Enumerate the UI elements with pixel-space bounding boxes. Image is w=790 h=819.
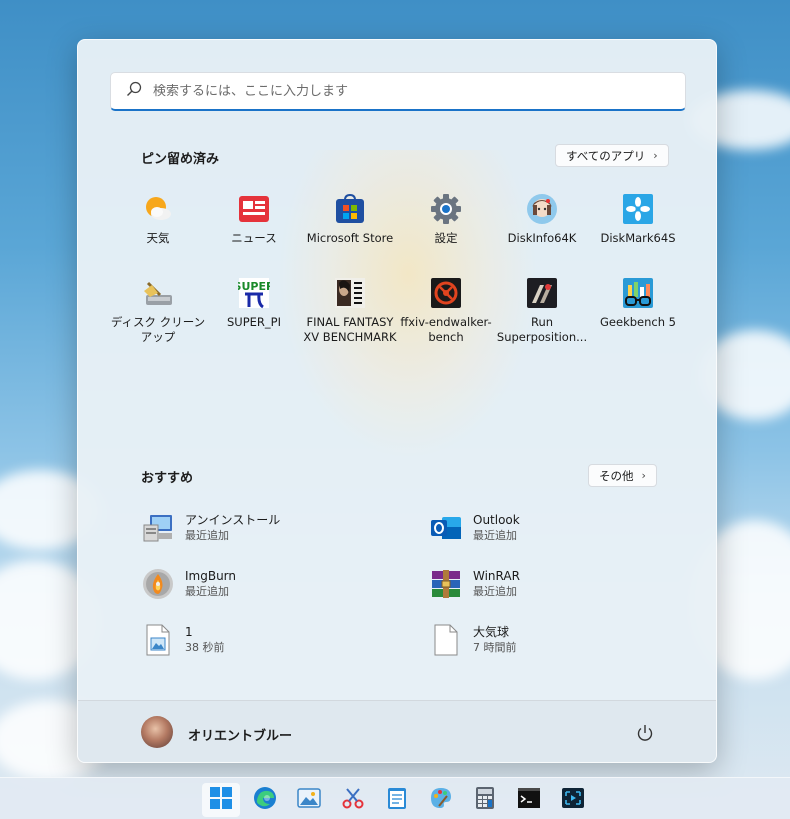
power-icon[interactable] [635,723,655,743]
imgburn-icon [141,567,175,601]
geekbench-icon [621,276,655,310]
pinned-app-weather[interactable]: 天気 [110,192,206,246]
recommended-item-document[interactable]: 大気球 7 時間前 [429,620,689,660]
pinned-app-microsoft-store[interactable]: Microsoft Store [302,192,398,246]
taskbar-calculator[interactable] [466,783,504,817]
pinned-app-ffxv-benchmark[interactable]: FINAL FANTASY XV BENCHMARK [302,276,398,345]
snipping-tool-icon [341,786,365,814]
item-name: Outlook [473,513,520,527]
gear-icon [429,192,463,226]
document-icon [429,623,463,657]
news-icon [237,192,271,226]
start-footer: オリエントブルー [78,700,716,762]
paint-icon [429,786,453,814]
app-label: 設定 [434,231,458,245]
item-name: アンインストール [185,513,281,527]
diskinfo-icon [525,192,559,226]
disk-cleanup-icon [141,276,175,310]
taskbar-snipping-tool[interactable] [334,783,372,817]
item-subtitle: 最近追加 [473,585,517,598]
pinned-app-superpi[interactable]: SUPER SUPER_PI [206,276,302,330]
search-input[interactable] [153,83,653,99]
start-button[interactable] [202,783,240,817]
store-icon [333,192,367,226]
pinned-app-ffxiv-bench[interactable]: ffxiv-endwalker-bench [398,276,494,345]
avatar[interactable] [141,716,173,748]
pinned-app-diskinfo[interactable]: DiskInfo64K [494,192,590,246]
app-label: ニュース [231,231,277,245]
recommended-item-outlook[interactable]: Outlook 最近追加 [429,508,689,548]
item-name: 1 [185,625,193,639]
taskbar-photos[interactable] [290,783,328,817]
taskbar [0,777,790,819]
outlook-icon [429,511,463,545]
item-name: WinRAR [473,569,520,583]
chevron-right-icon: › [641,469,646,482]
item-name: 大気球 [473,625,510,639]
taskbar-notepad[interactable] [378,783,416,817]
pinned-app-disk-cleanup[interactable]: ディスク クリーンアップ [110,276,206,345]
recommended-item-imgburn[interactable]: ImgBurn 最近追加 [141,564,401,604]
recommended-item-uninstall[interactable]: アンインストール 最近追加 [141,508,401,548]
item-subtitle: 最近追加 [185,585,229,598]
search-icon [125,80,143,102]
recommended-title: おすすめ [141,471,194,486]
item-subtitle: 7 時間前 [473,641,517,654]
quick-assist-icon [561,786,585,814]
start-icon [209,786,233,814]
image-file-icon [141,623,175,657]
pinned-app-superposition[interactable]: Run Superposition... [494,276,590,345]
notepad-icon [386,786,408,814]
more-button[interactable]: その他 › [588,464,657,487]
pinned-app-news[interactable]: ニュース [206,192,302,246]
item-subtitle: 38 秒前 [185,641,225,654]
edge-icon [253,786,277,814]
all-apps-label: すべてのアプリ [566,148,646,163]
chevron-right-icon: › [653,149,658,162]
uninstall-icon [141,511,175,545]
app-label: SUPER_PI [227,315,281,329]
pinned-app-settings[interactable]: 設定 [398,192,494,246]
search-box[interactable] [110,72,686,111]
app-label: ffxiv-endwalker-bench [400,315,492,344]
app-label: 天気 [146,231,170,245]
pinned-title: ピン留め済み [141,152,220,167]
all-apps-button[interactable]: すべてのアプリ › [555,144,669,167]
pinned-app-geekbench[interactable]: Geekbench 5 [590,276,686,330]
user-name[interactable]: オリエントブルー [188,725,292,744]
winrar-icon [429,567,463,601]
item-subtitle: 最近追加 [185,529,229,542]
calculator-icon [475,786,495,814]
pinned-app-diskmark[interactable]: DiskMark64S [590,192,686,246]
taskbar-quick-assist[interactable] [554,783,592,817]
app-label: Run Superposition... [496,315,588,344]
item-subtitle: 最近追加 [473,529,517,542]
terminal-icon [517,787,541,813]
recommended-item-file-1[interactable]: 1 38 秒前 [141,620,401,660]
ffxiv-icon [429,276,463,310]
app-label: DiskInfo64K [507,231,577,245]
taskbar-edge[interactable] [246,783,284,817]
taskbar-terminal[interactable] [510,783,548,817]
taskbar-paint[interactable] [422,783,460,817]
recommended-item-winrar[interactable]: WinRAR 最近追加 [429,564,689,604]
app-label: DiskMark64S [600,231,676,245]
start-menu: ピン留め済み すべてのアプリ › 天気 ニュース Microsoft Store… [77,39,717,763]
app-label: Microsoft Store [306,231,394,245]
svg-text:SUPER: SUPER [238,280,270,293]
superpi-icon: SUPER [237,276,271,310]
ffxv-icon [333,276,367,310]
app-label: ディスク クリーンアップ [110,315,206,344]
superposition-icon [525,276,559,310]
weather-icon [141,192,175,226]
app-label: Geekbench 5 [600,315,676,329]
more-label: その他 [599,468,634,483]
photos-icon [297,786,321,814]
app-label: FINAL FANTASY XV BENCHMARK [303,315,397,344]
item-name: ImgBurn [185,569,237,583]
diskmark-icon [621,192,655,226]
